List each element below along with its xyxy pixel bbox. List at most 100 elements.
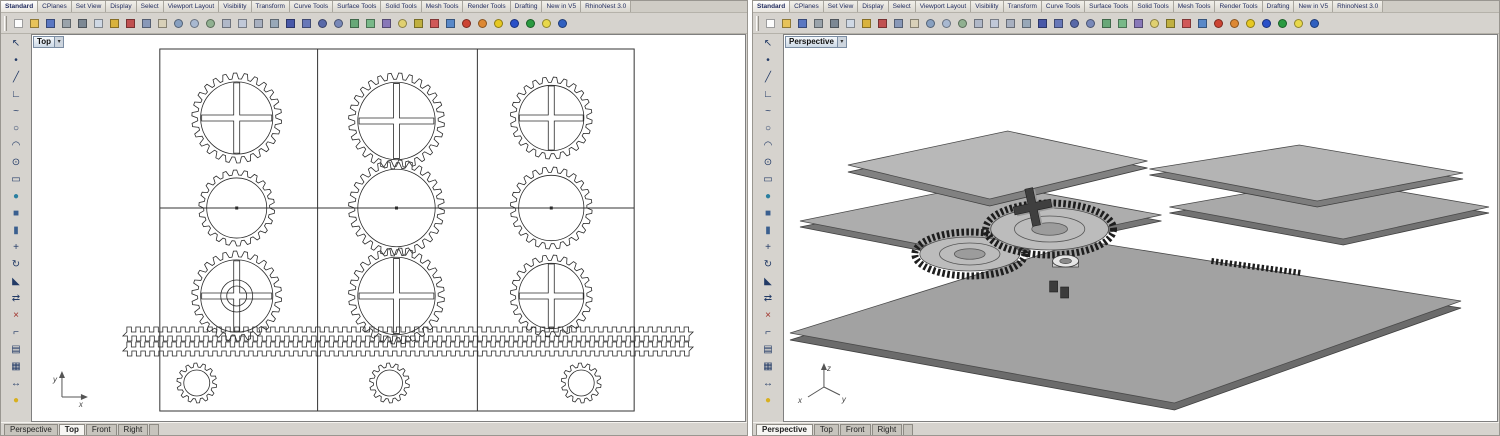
select-arrow-icon[interactable]: ↖ bbox=[4, 35, 28, 52]
render-preview-icon[interactable] bbox=[1226, 16, 1242, 31]
menu-tab-solid-tools[interactable]: Solid Tools bbox=[1133, 1, 1174, 12]
arc-icon[interactable]: ◠ bbox=[4, 137, 28, 154]
pan-icon[interactable] bbox=[154, 16, 170, 31]
viewport-tab-new[interactable] bbox=[903, 424, 914, 435]
menu-tab-curve-tools[interactable]: Curve Tools bbox=[289, 1, 334, 12]
trim-icon[interactable]: × bbox=[4, 307, 28, 324]
surface-icon[interactable] bbox=[1098, 16, 1114, 31]
menu-tab-surface-tools[interactable]: Surface Tools bbox=[1085, 1, 1134, 12]
perspective-view-canvas[interactable]: z x y bbox=[784, 35, 1497, 421]
ellipse-icon[interactable]: ⊙ bbox=[756, 154, 780, 171]
fillet-icon[interactable]: ⌐ bbox=[756, 324, 780, 341]
print-icon[interactable] bbox=[810, 16, 826, 31]
viewport-title[interactable]: Top ▾ bbox=[33, 36, 65, 48]
zoom-window-icon[interactable] bbox=[170, 16, 186, 31]
extrude-srf-icon[interactable]: ▤ bbox=[756, 341, 780, 358]
surface-icon[interactable] bbox=[346, 16, 362, 31]
lock-icon[interactable] bbox=[1162, 16, 1178, 31]
render-icon[interactable] bbox=[458, 16, 474, 31]
arc-icon[interactable]: ◠ bbox=[756, 137, 780, 154]
delete-icon[interactable] bbox=[874, 16, 890, 31]
arc-icon[interactable] bbox=[1082, 16, 1098, 31]
curve-icon[interactable] bbox=[1034, 16, 1050, 31]
menu-tab-transform[interactable]: Transform bbox=[251, 1, 290, 12]
menu-tab-new-in-v5[interactable]: New in V5 bbox=[1294, 1, 1334, 12]
rotate-icon[interactable] bbox=[1002, 16, 1018, 31]
hide-icon[interactable] bbox=[1146, 16, 1162, 31]
ellipse-icon[interactable]: ⊙ bbox=[4, 154, 28, 171]
menu-tab-surface-tools[interactable]: Surface Tools bbox=[333, 1, 382, 12]
cylinder-icon[interactable]: ▮ bbox=[4, 222, 28, 239]
curve-icon[interactable]: ~ bbox=[4, 103, 28, 120]
curve-icon[interactable]: ~ bbox=[756, 103, 780, 120]
menu-tab-set-view[interactable]: Set View bbox=[823, 1, 859, 12]
menu-tab-viewport-layout[interactable]: Viewport Layout bbox=[915, 1, 972, 12]
menu-tab-visibility[interactable]: Visibility bbox=[219, 1, 252, 12]
copy-object-icon[interactable] bbox=[986, 16, 1002, 31]
sphere-icon[interactable]: ● bbox=[4, 188, 28, 205]
menu-tab-render-tools[interactable]: Render Tools bbox=[1215, 1, 1263, 12]
arc-icon[interactable] bbox=[330, 16, 346, 31]
scale-icon[interactable]: ◣ bbox=[4, 273, 28, 290]
polyline-icon[interactable]: ∟ bbox=[756, 86, 780, 103]
extrude-icon[interactable] bbox=[362, 16, 378, 31]
menu-tab-cplanes[interactable]: CPlanes bbox=[790, 1, 824, 12]
menu-tab-curve-tools[interactable]: Curve Tools bbox=[1041, 1, 1086, 12]
save-icon[interactable] bbox=[42, 16, 58, 31]
cut-icon[interactable] bbox=[74, 16, 90, 31]
menu-tab-display[interactable]: Display bbox=[106, 1, 137, 12]
boolean-icon[interactable] bbox=[1130, 16, 1146, 31]
properties-icon[interactable] bbox=[1194, 16, 1210, 31]
scale-icon[interactable]: ◣ bbox=[756, 273, 780, 290]
open-file-icon[interactable] bbox=[778, 16, 794, 31]
rotate-view-icon[interactable] bbox=[954, 16, 970, 31]
viewport-tab-top[interactable]: Top bbox=[58, 424, 85, 435]
move-icon[interactable] bbox=[218, 16, 234, 31]
viewport-tab-perspective[interactable]: Perspective bbox=[756, 424, 813, 435]
menu-tab-render-tools[interactable]: Render Tools bbox=[463, 1, 511, 12]
menu-tab-drafting[interactable]: Drafting bbox=[510, 1, 543, 12]
array-icon[interactable]: ▦ bbox=[4, 358, 28, 375]
help-icon[interactable] bbox=[554, 16, 570, 31]
zoom-extents-icon[interactable] bbox=[938, 16, 954, 31]
viewport-tab-top[interactable]: Top bbox=[813, 424, 839, 435]
menu-tab-rhinonest-3-0[interactable]: RhinoNest 3.0 bbox=[581, 1, 632, 12]
sun-icon[interactable] bbox=[490, 16, 506, 31]
trim-icon[interactable]: × bbox=[756, 307, 780, 324]
select-icon[interactable] bbox=[890, 16, 906, 31]
viewport-title-dropdown-icon[interactable]: ▾ bbox=[837, 36, 847, 48]
light-icon[interactable] bbox=[538, 16, 554, 31]
circle-icon[interactable]: ○ bbox=[4, 120, 28, 137]
menu-tab-set-view[interactable]: Set View bbox=[71, 1, 107, 12]
sun-icon[interactable] bbox=[1242, 16, 1258, 31]
line-icon[interactable]: ╱ bbox=[4, 69, 28, 86]
menu-tab-transform[interactable]: Transform bbox=[1003, 1, 1042, 12]
sphere-icon[interactable]: ● bbox=[756, 188, 780, 205]
layer-icon[interactable] bbox=[426, 16, 442, 31]
viewport-tab-right[interactable]: Right bbox=[871, 424, 903, 435]
menu-tab-drafting[interactable]: Drafting bbox=[1262, 1, 1295, 12]
polyline-icon[interactable] bbox=[1050, 16, 1066, 31]
menu-tab-new-in-v5[interactable]: New in V5 bbox=[542, 1, 582, 12]
render-preview-icon[interactable] bbox=[474, 16, 490, 31]
scale-icon[interactable] bbox=[1018, 16, 1034, 31]
menu-tab-display[interactable]: Display bbox=[858, 1, 889, 12]
menu-tab-viewport-layout[interactable]: Viewport Layout bbox=[163, 1, 220, 12]
menu-tab-select[interactable]: Select bbox=[888, 1, 916, 12]
select-arrow-icon[interactable]: ↖ bbox=[756, 35, 780, 52]
circle-icon[interactable]: ○ bbox=[756, 120, 780, 137]
circle-icon[interactable] bbox=[1066, 16, 1082, 31]
fillet-icon[interactable]: ⌐ bbox=[4, 324, 28, 341]
lamp-icon[interactable]: ● bbox=[756, 392, 780, 409]
lamp-icon[interactable]: ● bbox=[4, 392, 28, 409]
move-icon[interactable]: + bbox=[756, 239, 780, 256]
viewport-tab-new[interactable] bbox=[149, 424, 160, 435]
point-icon[interactable]: • bbox=[756, 52, 780, 69]
delete-icon[interactable] bbox=[122, 16, 138, 31]
box-icon[interactable]: ■ bbox=[4, 205, 28, 222]
cut-icon[interactable] bbox=[826, 16, 842, 31]
undo-icon[interactable] bbox=[106, 16, 122, 31]
viewport-perspective[interactable]: Perspective ▾ z x y bbox=[783, 34, 1498, 422]
boolean-icon[interactable] bbox=[378, 16, 394, 31]
menu-tab-rhinonest-3-0[interactable]: RhinoNest 3.0 bbox=[1333, 1, 1384, 12]
